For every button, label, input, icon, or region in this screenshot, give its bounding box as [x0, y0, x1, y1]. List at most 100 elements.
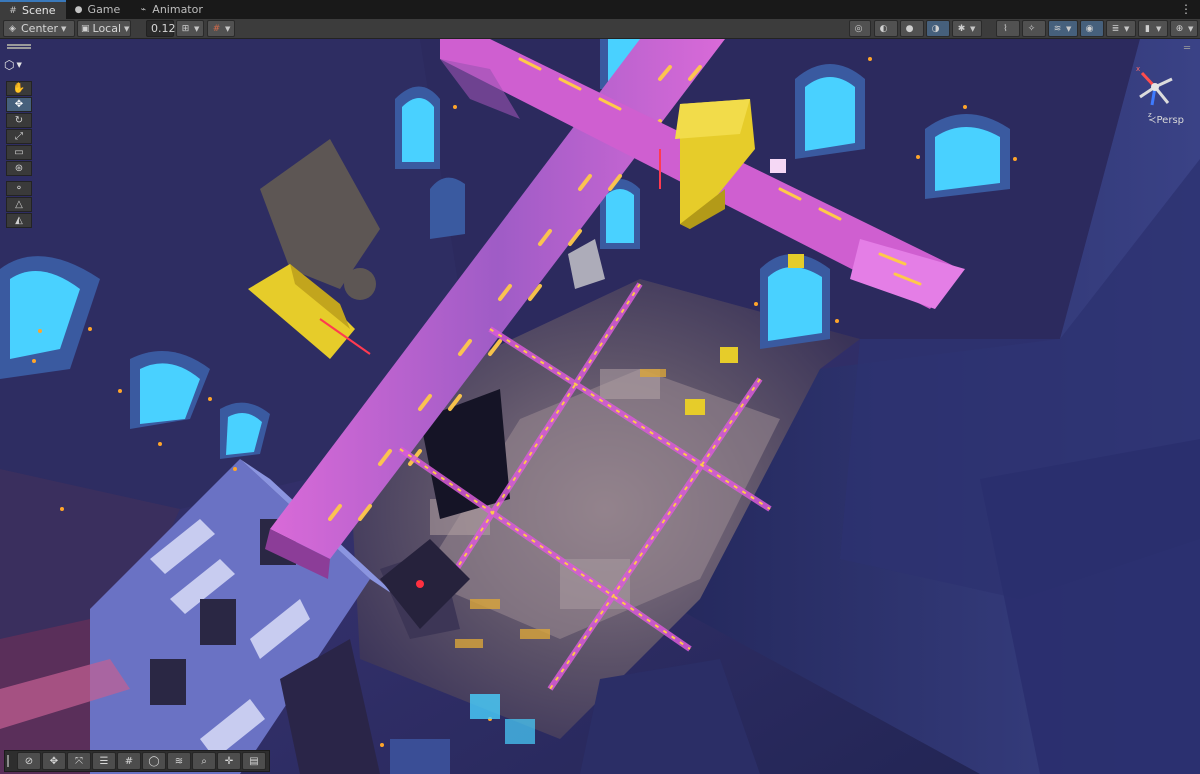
- lit-sphere-icon: ◑: [931, 23, 940, 34]
- bug-icon: ✱: [957, 23, 966, 34]
- chevron-down-icon: ▼: [1156, 24, 1162, 33]
- tab-animator[interactable]: ⌁ Animator: [130, 0, 213, 19]
- bottom-overlay-toolbar: ⊘ ✥ ⤧ ☰ # ◯ ≋ ⌕ ✛ ▤: [4, 750, 270, 772]
- shading-shaded-button[interactable]: ●: [900, 20, 924, 37]
- search-icon: ⌕: [201, 755, 207, 767]
- rect-transform-icon: ▭: [14, 147, 24, 158]
- tab-menu-icon[interactable]: ⋮: [1180, 2, 1192, 16]
- node-tool-icon: ⚬: [14, 183, 24, 194]
- compass-icon: ⊘: [24, 755, 34, 767]
- align-icon: ☰: [99, 755, 109, 767]
- pivot-center-icon: ◈: [9, 23, 16, 34]
- light-icon: ✧: [1027, 23, 1036, 34]
- pivot-mode-dropdown[interactable]: ◈ Center ▼: [3, 20, 75, 37]
- transform-tool-button[interactable]: ⊛: [6, 161, 32, 176]
- projection-label: Persp: [1156, 115, 1185, 126]
- grid-snap-dropdown[interactable]: ⊞ ▼: [176, 20, 204, 37]
- chevron-down-icon: ▼: [61, 24, 67, 33]
- tab-scene-label: Scene: [22, 4, 56, 17]
- projection-toggle[interactable]: ≺Persp: [1148, 115, 1184, 126]
- scene-toolbar: ◈ Center ▼ ▣ Local ▼ 0.125 ⊞ ▼ # ▼ ◎ ◐ ●…: [0, 19, 1200, 39]
- tab-animator-label: Animator: [152, 3, 203, 16]
- local-cube-icon: ▣: [81, 23, 90, 34]
- crosshair-icon: ✛: [224, 755, 234, 767]
- custom-tool-a-button[interactable]: ⚬: [6, 181, 32, 196]
- wireframe-sphere-icon: ◐: [879, 23, 888, 34]
- global-view-button[interactable]: ◎: [849, 20, 871, 37]
- chevron-down-icon: ▼: [194, 24, 200, 33]
- chevron-down-icon: ▼: [1188, 24, 1194, 33]
- 2d-toggle-button[interactable]: ⌇: [996, 20, 1020, 37]
- shaded-sphere-icon: ●: [905, 23, 914, 34]
- overlay-probuilder-button[interactable]: ⤧: [67, 752, 91, 770]
- sphere-icon: ◯: [148, 755, 160, 767]
- custom-tool-b-button[interactable]: △: [6, 197, 32, 212]
- rect-tool-button[interactable]: ▭: [6, 145, 32, 160]
- tool-strip-grip[interactable]: [4, 43, 34, 49]
- animator-icon: ⌁: [140, 4, 146, 15]
- terrain-tool-icon: ◭: [15, 215, 23, 226]
- move-arrows-icon: ✥: [14, 99, 24, 110]
- overlay-grip[interactable]: [7, 754, 13, 768]
- pivot-mode-label: Center: [21, 22, 59, 35]
- chevron-down-icon: ▼: [1124, 24, 1130, 33]
- probuilder-icon: ⤧: [75, 755, 83, 767]
- chevron-down-icon: ▼: [1066, 24, 1072, 33]
- overlay-sphere-button[interactable]: ◯: [142, 752, 166, 770]
- hand-tool-button[interactable]: ✋: [6, 81, 32, 96]
- custom-tool-c-button[interactable]: ◭: [6, 213, 32, 228]
- gizmo-crosshair-icon: ⊕: [1175, 23, 1184, 34]
- tab-game-label: Game: [87, 3, 121, 16]
- chevron-down-icon: ▼: [16, 61, 22, 69]
- camera-settings-dropdown[interactable]: ▮ ▼: [1138, 20, 1168, 37]
- tools-overlay: ✋ ✥ ↻ ⤢ ▭ ⊛ ⚬ △ ◭: [4, 81, 34, 229]
- scene-viewport[interactable]: ⬡ ▼ ✋ ✥ ↻ ⤢ ▭ ⊛ ⚬ △ ◭ ═ z x ≺Persp ⊘ ✥ ⤧…: [0, 39, 1200, 774]
- lighting-toggle-button[interactable]: ✧: [1022, 20, 1046, 37]
- overlay-panel-button[interactable]: ▤: [242, 752, 266, 770]
- scene-visibility-button[interactable]: ◉: [1080, 20, 1104, 37]
- overlay-move-button[interactable]: ✥: [42, 752, 66, 770]
- layers-dropdown[interactable]: ≣ ▼: [1106, 20, 1136, 37]
- overlay-compass-button[interactable]: ⊘: [17, 752, 41, 770]
- shading-lit-button[interactable]: ◑: [926, 20, 950, 37]
- scene-render: [0, 39, 1200, 774]
- rotate-tool-button[interactable]: ↻: [6, 113, 32, 128]
- scale-tool-button[interactable]: ⤢: [6, 129, 32, 144]
- grid-icon: #: [124, 755, 134, 767]
- layers-icon: ≋: [174, 755, 184, 767]
- pivot-rotation-label: Local: [92, 22, 122, 35]
- layers-icon: ≋: [1053, 23, 1062, 34]
- grid-icon: #: [9, 5, 17, 16]
- globe-icon: ◎: [854, 23, 863, 34]
- gizmos-dropdown[interactable]: ⊕ ▼: [1170, 20, 1198, 37]
- move-arrows-icon: ✥: [49, 755, 59, 767]
- move-tool-button[interactable]: ✥: [6, 97, 32, 112]
- hand-icon: ✋: [12, 83, 26, 94]
- shading-wire-button[interactable]: ◐: [874, 20, 898, 37]
- overlay-grid-button[interactable]: #: [117, 752, 141, 770]
- grid-snap-field[interactable]: 0.125: [146, 20, 183, 37]
- rotate-icon: ↻: [14, 115, 24, 126]
- grid-icon: #: [212, 23, 221, 34]
- chevron-down-icon: ▼: [124, 24, 130, 33]
- eye-icon: ◉: [1085, 23, 1094, 34]
- cube-icon: ⬡: [4, 58, 15, 72]
- overlay-layers-button[interactable]: ≋: [167, 752, 191, 770]
- chevron-down-icon: ▼: [225, 24, 231, 33]
- pivot-rotation-dropdown[interactable]: ▣ Local ▼: [77, 20, 131, 37]
- tab-game[interactable]: ● Game: [66, 0, 131, 19]
- 2d-icon: ⌇: [1003, 23, 1008, 34]
- debug-draw-mode-dropdown[interactable]: ✱ ▼: [952, 20, 982, 37]
- grid-visibility-dropdown[interactable]: # ▼: [207, 20, 235, 37]
- overlay-crosshair-button[interactable]: ✛: [217, 752, 241, 770]
- view-options-dropdown[interactable]: ⬡ ▼: [4, 57, 32, 73]
- view-tab-bar: # Scene ● Game ⌁ Animator ⋮: [0, 0, 1200, 19]
- overlay-align-button[interactable]: ☰: [92, 752, 116, 770]
- camera-icon: ▮: [1145, 23, 1150, 34]
- chevron-down-icon: ▼: [970, 24, 976, 33]
- tab-scene[interactable]: # Scene: [0, 0, 66, 19]
- snap-increment-icon: ⊞: [181, 23, 190, 34]
- overlay-search-button[interactable]: ⌕: [192, 752, 216, 770]
- audio-effects-dropdown[interactable]: ≋ ▼: [1048, 20, 1078, 37]
- gizmo-menu-grip[interactable]: ═: [1184, 43, 1190, 54]
